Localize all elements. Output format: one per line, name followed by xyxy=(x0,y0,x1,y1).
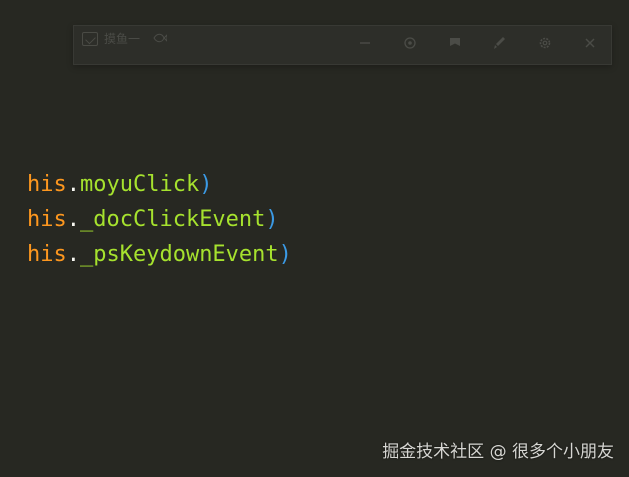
brush-icon xyxy=(494,37,505,49)
brush-button[interactable] xyxy=(488,32,510,54)
dot-operator: . xyxy=(66,242,80,267)
watermark-text: 掘金技术社区 @ 很多个小朋友 xyxy=(382,442,614,462)
code-editor: his.moyuClick) his._docClickEvent) his._… xyxy=(0,0,629,477)
settings-icon xyxy=(539,37,551,49)
keyword-this: his xyxy=(26,242,67,267)
flag-icon xyxy=(450,38,460,46)
record-button[interactable] xyxy=(399,32,421,54)
record-icon xyxy=(404,37,416,49)
close-icon xyxy=(585,38,595,48)
code-line-3[interactable]: his._psKeydownEvent) xyxy=(0,217,292,292)
function-name: _psKeydownEvent xyxy=(79,242,279,267)
toolbar-title: 摸鱼一 xyxy=(104,32,141,46)
fish-icon xyxy=(153,33,167,43)
app-logo-icon xyxy=(82,32,98,46)
close-button[interactable] xyxy=(579,32,601,54)
floating-toolbar[interactable]: 摸鱼一 xyxy=(73,25,612,65)
close-paren: ) xyxy=(278,242,292,267)
minimize-icon xyxy=(360,42,370,44)
minimize-button[interactable] xyxy=(354,32,376,54)
flag-button[interactable] xyxy=(444,32,466,54)
settings-button[interactable] xyxy=(534,32,556,54)
